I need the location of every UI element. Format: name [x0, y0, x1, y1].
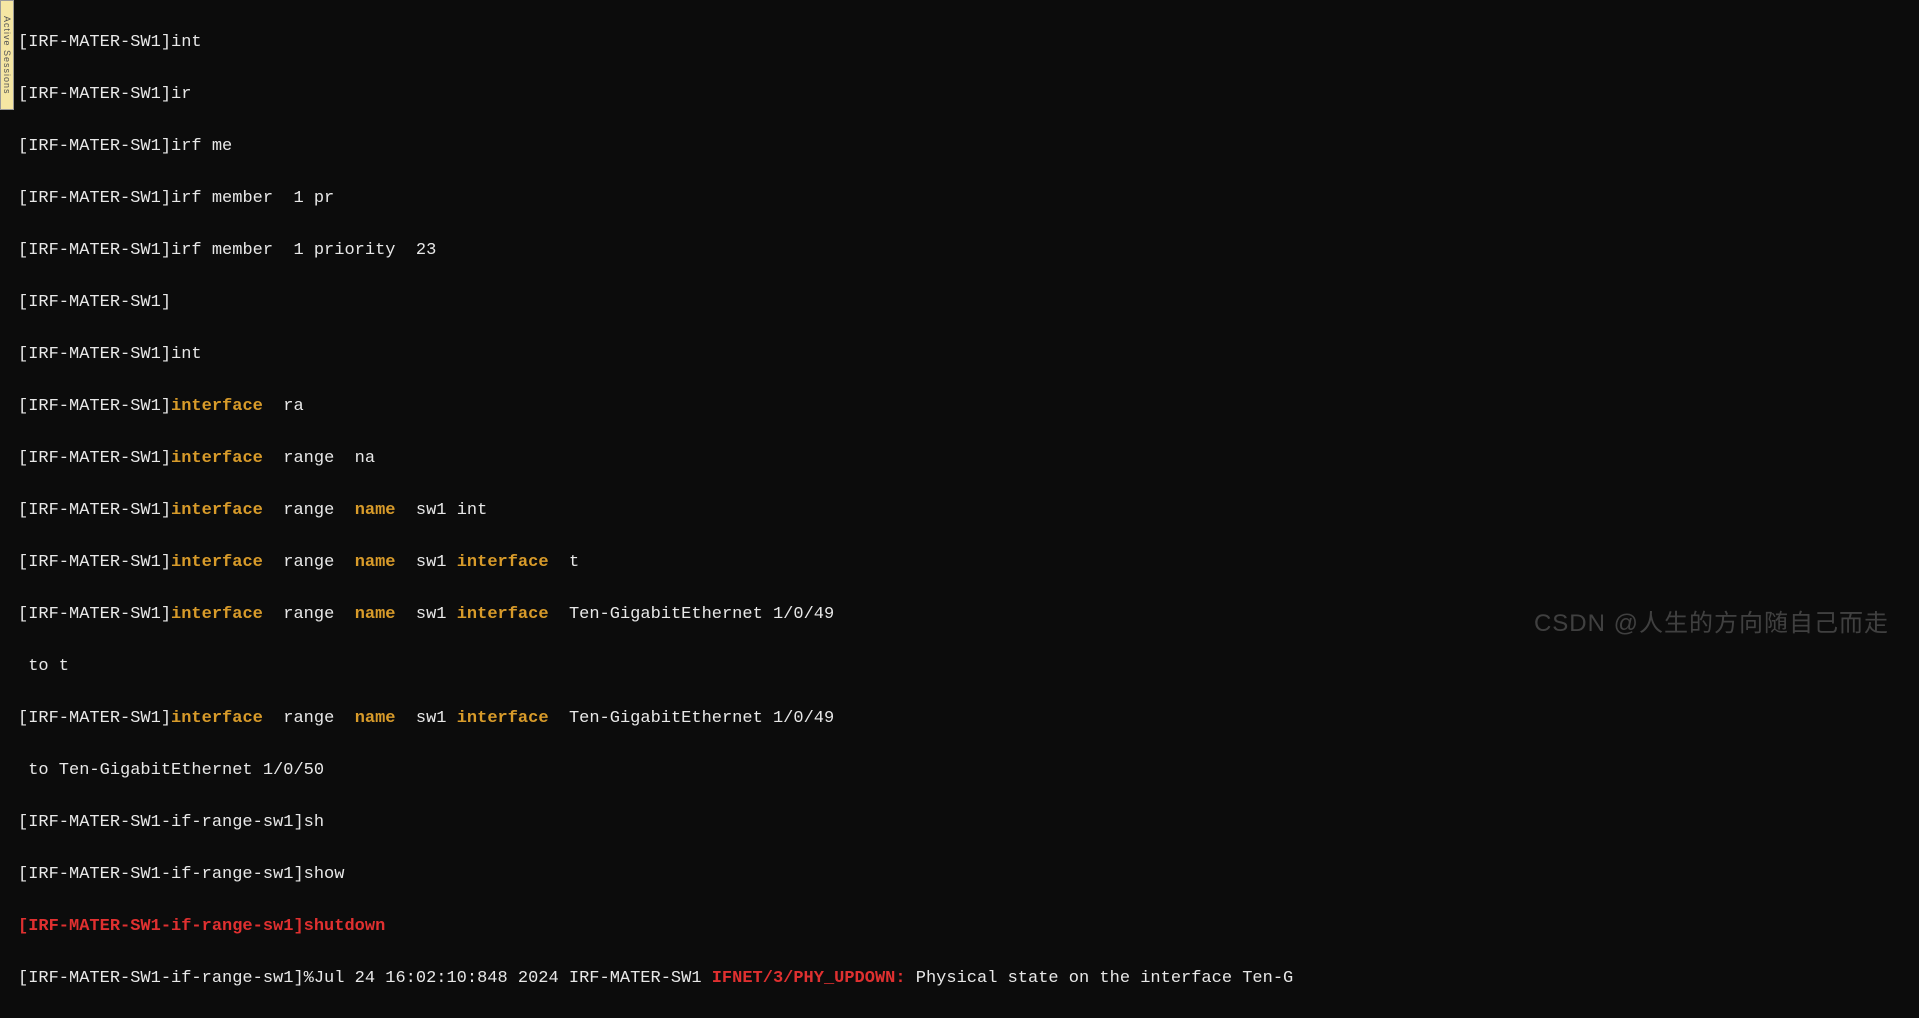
terminal-line: [IRF-MATER-SW1]interface range name sw1 …	[18, 602, 1919, 628]
terminal-line: to Ten-GigabitEthernet 1/0/50	[18, 758, 1919, 784]
terminal-line: [IRF-MATER-SW1-if-range-sw1]%Jul 24 16:0…	[18, 966, 1919, 992]
terminal-line: [IRF-MATER-SW1-if-range-sw1]shutdown	[18, 914, 1919, 940]
terminal-line: [IRF-MATER-SW1]irf me	[18, 134, 1919, 160]
terminal-line: [IRF-MATER-SW1]irf member 1 priority 23	[18, 238, 1919, 264]
terminal-line: [IRF-MATER-SW1]interface range name sw1 …	[18, 706, 1919, 732]
terminal-output[interactable]: [IRF-MATER-SW1]int [IRF-MATER-SW1]ir [IR…	[18, 4, 1919, 647]
terminal-line: [IRF-MATER-SW1]int	[18, 342, 1919, 368]
terminal-line: [IRF-MATER-SW1]irf member 1 pr	[18, 186, 1919, 212]
terminal-line: [IRF-MATER-SW1-if-range-sw1]show	[18, 862, 1919, 888]
terminal-line: to t	[18, 654, 1919, 680]
terminal-line: [IRF-MATER-SW1]interface range name sw1 …	[18, 498, 1919, 524]
terminal-line: [IRF-MATER-SW1]int	[18, 30, 1919, 56]
terminal-line: [IRF-MATER-SW1]	[18, 290, 1919, 316]
terminal-line: [IRF-MATER-SW1-if-range-sw1]sh	[18, 810, 1919, 836]
terminal-line: [IRF-MATER-SW1]interface ra	[18, 394, 1919, 420]
sidebar-sessions-tab[interactable]: Active Sessions	[0, 0, 14, 110]
terminal-line: [IRF-MATER-SW1]interface range name sw1 …	[18, 550, 1919, 576]
terminal-line: [IRF-MATER-SW1]interface range na	[18, 446, 1919, 472]
terminal-line: [IRF-MATER-SW1]ir	[18, 82, 1919, 108]
